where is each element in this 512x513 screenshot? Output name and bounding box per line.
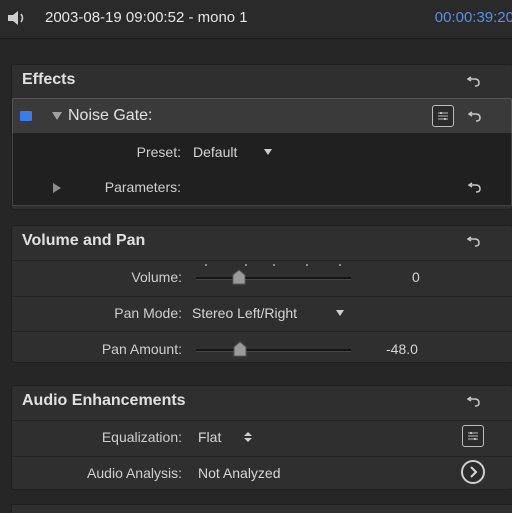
- audio-enhancements-title: Audio Enhancements: [22, 392, 186, 409]
- reset-icon[interactable]: [468, 180, 482, 194]
- audio-analysis-label: Audio Analysis:: [87, 465, 182, 481]
- chevron-down-icon[interactable]: [264, 149, 272, 155]
- preset-value[interactable]: Default: [193, 144, 237, 160]
- stepper-icon[interactable]: [244, 431, 252, 443]
- effect-parameters: Preset: Default Parameters:: [12, 133, 512, 206]
- volume-label: Volume:: [131, 269, 182, 285]
- divider: [12, 296, 512, 297]
- volume-pan-panel: Volume and Pan Volume: 0 Pan Mode: Stere…: [11, 225, 512, 363]
- volume-pan-title: Volume and Pan: [22, 232, 146, 249]
- disclosure-right-icon[interactable]: [53, 183, 61, 193]
- equalization-value[interactable]: Flat: [198, 429, 221, 445]
- pan-amount-label: Pan Amount:: [101, 341, 182, 357]
- equalizer-settings-icon[interactable]: [462, 425, 484, 447]
- divider: [12, 456, 512, 457]
- analyze-arrow-button[interactable]: [461, 460, 485, 484]
- volume-slider-knob[interactable]: [232, 269, 246, 285]
- reset-icon[interactable]: [468, 109, 482, 123]
- reset-icon[interactable]: [467, 234, 481, 248]
- preset-label: Preset:: [136, 144, 181, 160]
- pan-amount-slider[interactable]: [196, 336, 351, 360]
- effect-settings-icon[interactable]: [432, 105, 454, 127]
- effects-title: Effects: [22, 71, 76, 88]
- effect-row-noise-gate[interactable]: Noise Gate:: [12, 98, 512, 134]
- divider: [12, 420, 512, 421]
- divider: [12, 260, 512, 261]
- disclosure-down-icon[interactable]: [52, 112, 62, 120]
- effect-name: Noise Gate:: [68, 107, 153, 124]
- inspector-header: 2003-08-19 09:00:52 - mono 1 00:00:39:20: [0, 0, 512, 39]
- pan-amount-slider-knob[interactable]: [233, 341, 247, 357]
- pan-mode-label: Pan Mode:: [114, 305, 182, 321]
- divider: [12, 331, 512, 332]
- audio-enhancements-panel: Audio Enhancements Equalization: Flat Au…: [11, 385, 512, 490]
- reset-icon[interactable]: [467, 74, 481, 88]
- equalization-label: Equalization:: [101, 429, 182, 445]
- timecode: 00:00:39:20: [434, 9, 512, 26]
- pan-amount-value[interactable]: -48.0: [386, 341, 418, 357]
- pan-mode-value[interactable]: Stereo Left/Right: [192, 305, 297, 321]
- volume-slider[interactable]: [196, 264, 351, 290]
- effect-enable-checkbox[interactable]: [20, 111, 32, 121]
- chevron-right-icon: [470, 466, 478, 478]
- parameters-label: Parameters:: [104, 179, 181, 195]
- speaker-icon[interactable]: [6, 8, 28, 28]
- audio-analysis-value: Not Analyzed: [198, 465, 281, 481]
- clip-title: 2003-08-19 09:00:52 - mono 1: [45, 9, 248, 26]
- volume-value[interactable]: 0: [412, 269, 420, 285]
- reset-icon[interactable]: [467, 394, 481, 408]
- chevron-down-icon[interactable]: [336, 310, 344, 316]
